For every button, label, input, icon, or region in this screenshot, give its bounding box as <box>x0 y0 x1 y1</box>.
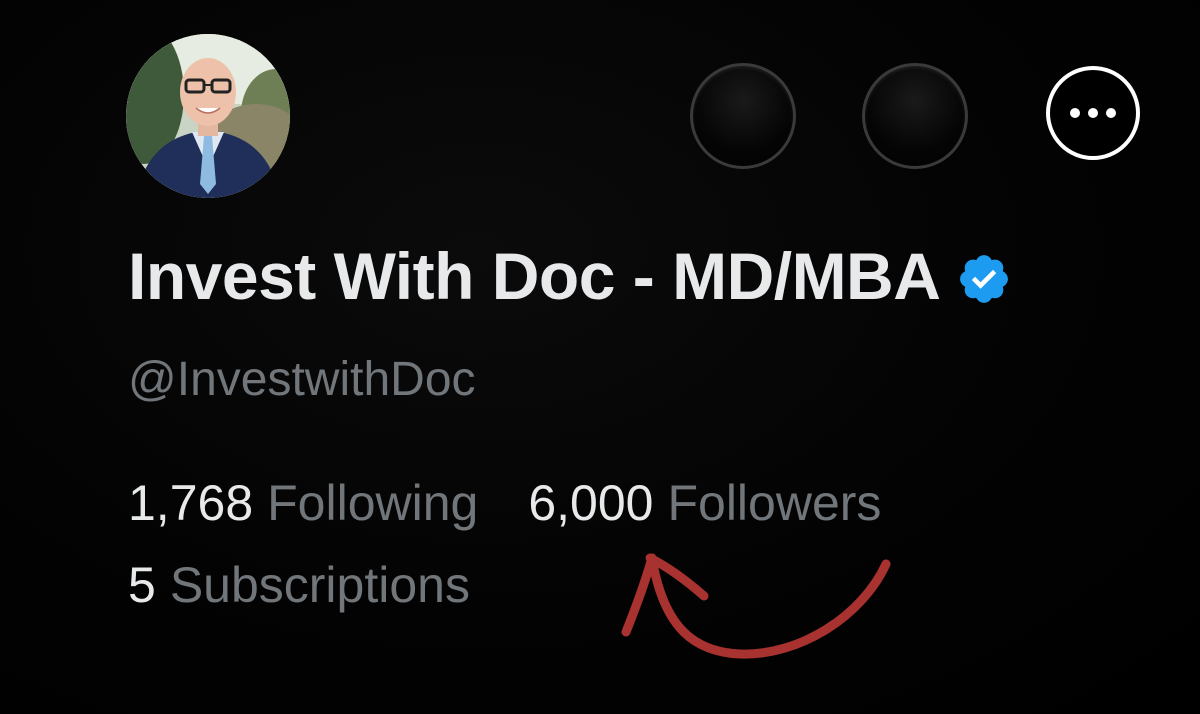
verified-badge-icon[interactable] <box>956 251 1012 307</box>
more-options-button[interactable] <box>1046 66 1140 160</box>
following-label: Following <box>267 475 479 531</box>
avatar-photo <box>126 34 290 198</box>
subscriptions-count: 5 <box>128 557 156 613</box>
display-name-row: Invest With Doc - MD/MBA <box>128 238 1012 314</box>
user-handle: @InvestwithDoc <box>128 353 476 406</box>
followers-link[interactable]: 6,000 Followers <box>528 474 881 532</box>
subscriptions-link[interactable]: 5 Subscriptions <box>128 556 470 614</box>
profile-action-button[interactable] <box>690 63 796 169</box>
follow-stats: 1,768 Following 6,000 Followers <box>128 474 881 532</box>
avatar[interactable] <box>126 34 290 198</box>
following-link[interactable]: 1,768 Following <box>128 474 478 532</box>
followers-label: Followers <box>667 475 882 531</box>
profile-action-button[interactable] <box>862 63 968 169</box>
display-name: Invest With Doc - MD/MBA <box>128 239 941 313</box>
profile-header: Invest With Doc - MD/MBA @InvestwithDoc … <box>0 0 1200 714</box>
following-count: 1,768 <box>128 475 254 531</box>
more-horizontal-icon <box>1070 108 1116 118</box>
hand-drawn-arrow-annotation <box>621 553 891 659</box>
followers-count: 6,000 <box>528 475 654 531</box>
subscriptions-label: Subscriptions <box>169 557 470 613</box>
